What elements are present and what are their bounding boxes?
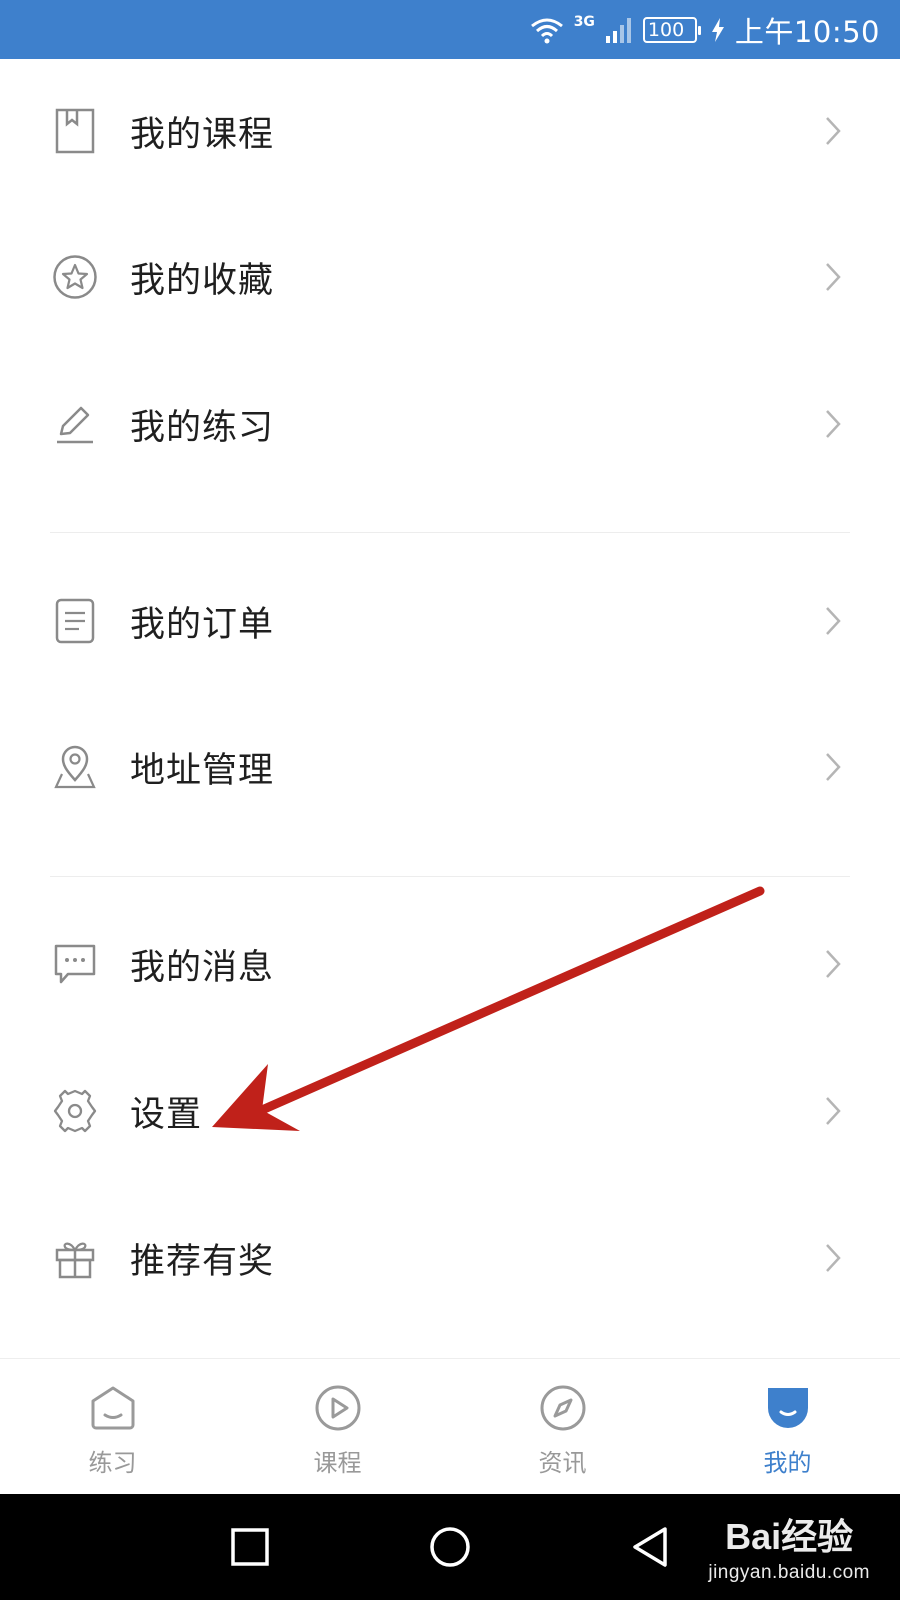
tab-label: 练习: [88, 1449, 137, 1477]
book-icon: [50, 106, 100, 156]
back-button[interactable]: [627, 1524, 673, 1570]
watermark-url: jingyan.baidu.com: [708, 1562, 870, 1583]
menu-item-settings[interactable]: 设置: [0, 1051, 900, 1171]
menu-item-my-orders[interactable]: 我的订单: [0, 561, 900, 681]
menu-item-my-practice[interactable]: 我的练习: [0, 364, 900, 484]
battery-indicator: 100: [642, 16, 701, 43]
compass-icon: [538, 1383, 588, 1433]
play-circle-icon: [313, 1383, 363, 1433]
menu-item-referral-rewards[interactable]: 推荐有奖: [0, 1198, 900, 1318]
tab-mine[interactable]: 我的: [675, 1359, 900, 1495]
menu-item-my-messages[interactable]: 我的消息: [0, 904, 900, 1024]
network-type: 3G: [573, 14, 595, 30]
status-bar: 3G 100 上午10:50: [0, 0, 900, 59]
menu-item-label: 地址管理: [130, 750, 275, 791]
menu-item-label: 我的练习: [130, 407, 275, 448]
menu-item-label: 我的订单: [130, 604, 275, 645]
tab-label: 我的: [763, 1449, 812, 1477]
tab-courses[interactable]: 课程: [225, 1359, 450, 1495]
menu-item-label: 推荐有奖: [130, 1241, 275, 1282]
bottom-tab-bar: 练习 课程 资讯 我的: [0, 1358, 900, 1494]
section-divider: [50, 532, 850, 533]
clock: 上午10:50: [734, 14, 880, 49]
menu-item-label: 设置: [130, 1094, 203, 1135]
menu-item-address-management[interactable]: 地址管理: [0, 707, 900, 827]
chevron-right-icon: [818, 1238, 848, 1278]
document-icon: [50, 596, 100, 646]
chevron-right-icon: [818, 257, 848, 297]
tab-practice[interactable]: 练习: [0, 1359, 225, 1495]
home-button[interactable]: [427, 1524, 473, 1570]
chevron-right-icon: [818, 111, 848, 151]
profile-icon: [763, 1383, 813, 1433]
tab-label: 课程: [313, 1449, 362, 1477]
star-circle-icon: [50, 252, 100, 302]
pencil-icon: [50, 399, 100, 449]
menu-item-label: 我的课程: [130, 114, 275, 155]
watermark-logo-text: Bai经验: [725, 1516, 854, 1557]
section-divider: [50, 876, 850, 877]
system-nav-bar: Bai经验 jingyan.baidu.com: [0, 1494, 900, 1600]
charging-icon: [711, 17, 725, 42]
location-pin-icon: [50, 742, 100, 792]
chevron-right-icon: [818, 601, 848, 641]
message-icon: [50, 939, 100, 989]
gift-icon: [50, 1233, 100, 1283]
wifi-icon: [530, 16, 564, 44]
chevron-right-icon: [818, 944, 848, 984]
chevron-right-icon: [818, 1091, 848, 1131]
signal-icon: [605, 16, 633, 44]
gear-icon: [50, 1086, 100, 1136]
practice-icon: [88, 1383, 138, 1433]
baidu-watermark: Bai经验 jingyan.baidu.com: [708, 1508, 870, 1584]
tab-news[interactable]: 资讯: [450, 1359, 675, 1495]
chevron-right-icon: [818, 404, 848, 444]
recents-button[interactable]: [227, 1524, 273, 1570]
menu-item-label: 我的消息: [130, 947, 275, 988]
chevron-right-icon: [818, 747, 848, 787]
menu-item-my-favorites[interactable]: 我的收藏: [0, 217, 900, 337]
tab-label: 资讯: [538, 1449, 587, 1477]
menu-item-my-courses[interactable]: 我的课程: [0, 71, 900, 191]
menu-item-label: 我的收藏: [130, 260, 275, 301]
